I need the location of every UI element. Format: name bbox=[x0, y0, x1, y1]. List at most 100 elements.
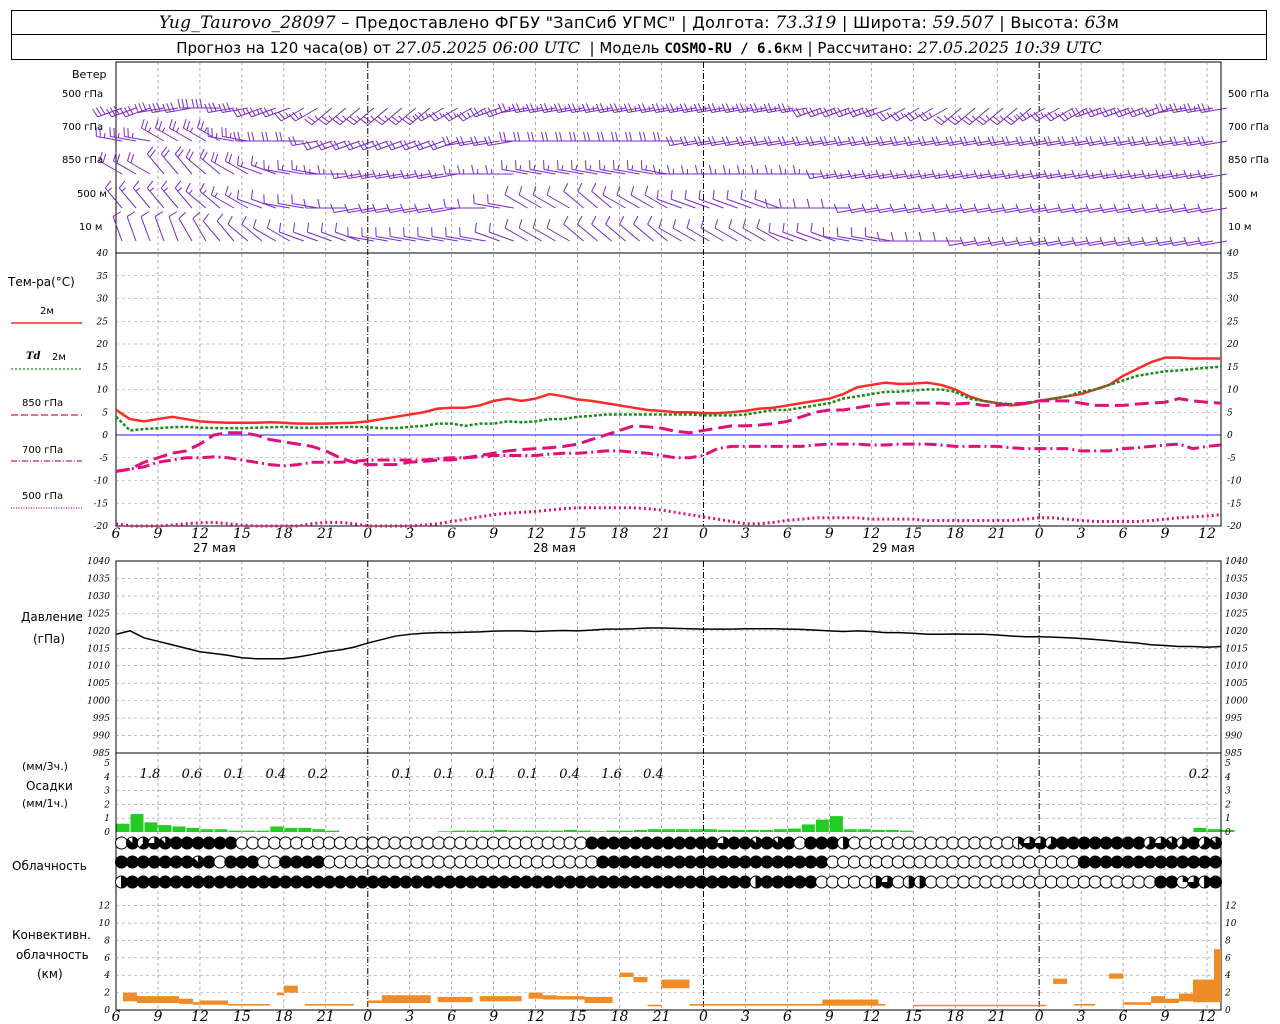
cloud-octa-symbol bbox=[246, 836, 260, 850]
barb-staff bbox=[504, 194, 528, 209]
cloud-octa-symbol bbox=[837, 875, 851, 889]
barb-half bbox=[592, 106, 595, 112]
cloud-octa-symbol bbox=[344, 836, 358, 850]
cloud-circle bbox=[1187, 855, 1201, 869]
precip-bar bbox=[200, 829, 214, 832]
x-tick-label: 0 bbox=[363, 526, 372, 542]
precip-bar bbox=[284, 827, 298, 832]
cloud-octa-symbol bbox=[1165, 855, 1179, 869]
barb-feather bbox=[457, 164, 461, 175]
barb-feather bbox=[191, 98, 195, 109]
precip-3h-label: 0.1 bbox=[475, 767, 496, 782]
wind-barb bbox=[431, 227, 458, 242]
barb-half bbox=[1179, 106, 1182, 112]
barb-half bbox=[603, 165, 606, 171]
wind-barb bbox=[487, 194, 514, 209]
cloud-circle bbox=[891, 875, 905, 889]
cloud-circle bbox=[847, 836, 861, 850]
barb-half bbox=[1148, 172, 1150, 178]
wind-barb bbox=[202, 213, 221, 242]
barb-staff bbox=[686, 227, 710, 242]
precip-bar bbox=[634, 829, 648, 832]
cloud-circle bbox=[410, 875, 424, 889]
cloud-octa-symbol bbox=[1187, 836, 1201, 850]
barb-half bbox=[868, 172, 871, 178]
cloud-octa-symbol bbox=[716, 855, 730, 869]
barb-feather bbox=[653, 131, 656, 142]
cloud-octa-symbol bbox=[1121, 836, 1135, 850]
barb-feather bbox=[210, 186, 215, 196]
precip-bar bbox=[606, 830, 620, 832]
conv-y-tick: 8 bbox=[1225, 936, 1231, 946]
barb-feather bbox=[625, 131, 629, 142]
barb-staff bbox=[728, 227, 752, 242]
cloud-circle bbox=[902, 836, 916, 850]
barb-feather bbox=[140, 211, 150, 217]
barb-half bbox=[816, 109, 819, 115]
cloud-octa-symbol bbox=[880, 855, 894, 869]
barb-feather bbox=[796, 222, 799, 233]
barb-feather bbox=[457, 198, 461, 209]
wind-barb bbox=[361, 227, 388, 242]
cloud-octa-symbol bbox=[224, 875, 238, 889]
cloud-circle bbox=[300, 875, 314, 889]
cloud-octa-symbol bbox=[125, 836, 139, 850]
convective-bars bbox=[122, 949, 1221, 1007]
barb-feather bbox=[627, 103, 633, 113]
wind-barb bbox=[836, 227, 864, 242]
cloud-circle bbox=[486, 855, 500, 869]
cloud-octa-symbol bbox=[1044, 875, 1058, 889]
cloud-circle bbox=[366, 836, 380, 850]
barb-half bbox=[103, 132, 106, 138]
cloud-title: Облачность bbox=[12, 859, 87, 873]
barb-feather bbox=[214, 154, 219, 164]
precip-bar bbox=[228, 830, 242, 832]
barb-half bbox=[648, 106, 651, 112]
conv-bar bbox=[1109, 973, 1124, 979]
barb-feather bbox=[335, 116, 344, 123]
cloud-octa-symbol bbox=[191, 875, 205, 889]
conv-bar bbox=[542, 995, 557, 1000]
wind-barb bbox=[504, 219, 528, 242]
pressure-y-tick: 1010 bbox=[87, 662, 110, 672]
barb-feather bbox=[767, 136, 773, 146]
x-tick-label: 18 bbox=[275, 1009, 293, 1024]
temp-y-tick: 0 bbox=[102, 431, 108, 441]
barb-half bbox=[1175, 172, 1178, 178]
x-tick-label: 12 bbox=[862, 526, 880, 542]
barb-feather bbox=[112, 211, 122, 217]
cloud-octa-symbol bbox=[968, 836, 982, 850]
barb-staff bbox=[684, 198, 710, 209]
x-tick-label: 18 bbox=[946, 1009, 964, 1024]
cloud-circle bbox=[1154, 875, 1168, 889]
conv-bar bbox=[304, 1003, 354, 1006]
cloud-circle bbox=[880, 855, 894, 869]
cloud-circle bbox=[333, 875, 347, 889]
cloud-circle bbox=[432, 855, 446, 869]
cloud-octa-symbol bbox=[246, 875, 260, 889]
barb-staff bbox=[264, 202, 290, 209]
precip-bar bbox=[675, 829, 689, 832]
barb-half bbox=[439, 112, 443, 118]
barb-feather bbox=[714, 219, 719, 229]
cloud-circle bbox=[727, 875, 741, 889]
temp-title: Тем-ра(°С) bbox=[8, 275, 75, 289]
barb-half bbox=[508, 106, 511, 112]
cloud-circle bbox=[968, 875, 982, 889]
cloud-circle bbox=[640, 875, 654, 889]
cloud-octa-symbol bbox=[180, 855, 194, 869]
cloud-octa-symbol bbox=[432, 875, 446, 889]
cloud-octa-symbol bbox=[541, 875, 555, 889]
conv-bar bbox=[1214, 949, 1221, 1003]
barb-feather bbox=[473, 136, 479, 146]
conv-bar bbox=[122, 992, 137, 1002]
cloud-octa-symbol bbox=[497, 855, 511, 869]
cloud-circle bbox=[169, 836, 183, 850]
cloud-octa-symbol bbox=[990, 836, 1004, 850]
cloud-octa-symbol bbox=[651, 855, 665, 869]
barb-half bbox=[732, 106, 735, 112]
barb-feather bbox=[1003, 118, 1012, 126]
conv-title-2: облачность bbox=[16, 948, 89, 962]
barb-staff bbox=[546, 227, 570, 242]
barb-feather bbox=[768, 222, 771, 233]
